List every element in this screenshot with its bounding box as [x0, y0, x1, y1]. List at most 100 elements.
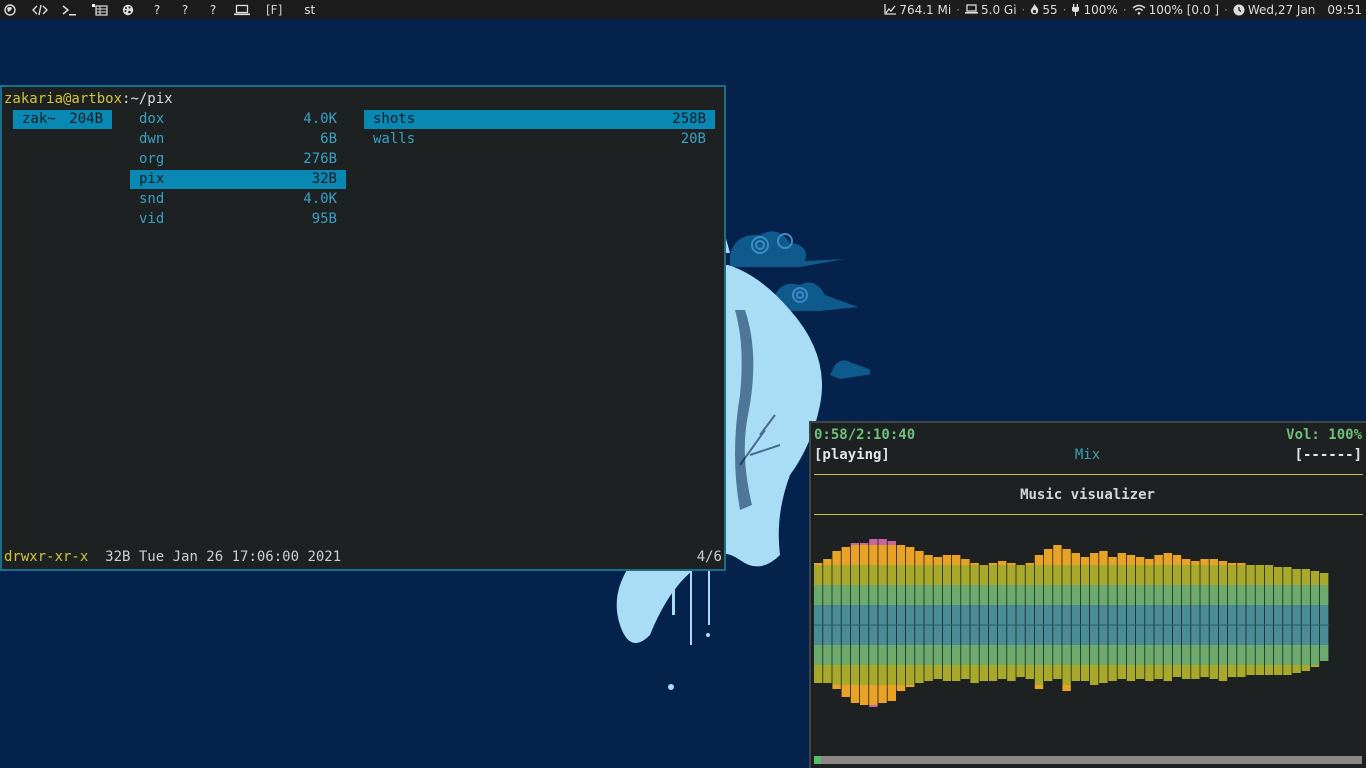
- spectrum-bar-upper: [850, 585, 860, 605]
- spectrum-bar-upper: [878, 565, 887, 585]
- workspace-3-terminal-icon[interactable]: [62, 4, 78, 16]
- spectrum-bar-lower: [1071, 625, 1080, 645]
- spectrum-bar-upper: [1274, 605, 1283, 625]
- spectrum-bar-upper: [1044, 605, 1053, 625]
- spectrum-bar-lower: [1228, 645, 1237, 665]
- spectrum-bar-lower: [1255, 665, 1264, 675]
- spectrum-bar-lower: [860, 645, 869, 665]
- workspace-1-globe-icon[interactable]: [4, 3, 18, 16]
- spectrum-bar-upper: [1099, 551, 1108, 565]
- spectrum-bar-upper: [979, 585, 988, 605]
- spectrum-bar-upper: [1145, 559, 1154, 565]
- workspace-2-code-icon[interactable]: [32, 4, 48, 16]
- file-manager-window[interactable]: zakaria@artbox:~/pix zak~ 204B dox 4.0K d…: [0, 85, 726, 571]
- spectrum-bar-lower: [1218, 645, 1228, 665]
- spectrum-bar-upper: [1145, 565, 1154, 585]
- spectrum-bar-upper: [1200, 565, 1209, 585]
- memory-stat: 764.1 Mi: [884, 3, 951, 17]
- parent-dir-entry[interactable]: zak~ 204B: [13, 110, 112, 129]
- dir-entry-dox[interactable]: dox 4.0K: [130, 110, 346, 129]
- dir-entry-snd[interactable]: snd 4.0K: [130, 190, 346, 209]
- spectrum-bar-lower: [1099, 645, 1108, 665]
- spectrum-bar-upper: [998, 565, 1007, 585]
- spectrum-bar-upper: [887, 545, 896, 565]
- preview-entry-walls[interactable]: walls 20B: [364, 130, 715, 149]
- dir-entry-org[interactable]: org 276B: [130, 150, 346, 169]
- spectrum-bar-upper: [1080, 557, 1090, 565]
- spectrum-bar-lower: [1218, 625, 1228, 645]
- preview-entry-shots[interactable]: shots 258B: [364, 110, 715, 129]
- spectrum-bar-upper: [1182, 565, 1191, 585]
- workspace-9-laptop-icon[interactable]: [234, 4, 250, 16]
- spectrum-bar-lower: [1034, 625, 1044, 645]
- layout-indicator[interactable]: [F]: [266, 3, 282, 17]
- workspace-6[interactable]: ?: [150, 3, 164, 17]
- spectrum-bar-lower: [915, 665, 924, 683]
- spectrum-bar-upper: [1145, 585, 1154, 605]
- spectrum-bar-lower: [1126, 665, 1136, 681]
- spectrum-bar-lower: [970, 665, 979, 683]
- spectrum-bar-upper: [1025, 585, 1034, 605]
- spectrum-bar-upper: [1053, 565, 1062, 585]
- spectrum-bar-lower: [1099, 625, 1108, 645]
- spectrum-bar-lower: [850, 685, 860, 703]
- dir-entry-vid[interactable]: vid 95B: [130, 210, 346, 229]
- workspace-7[interactable]: ?: [178, 3, 192, 17]
- spectrum-bar-lower: [1117, 625, 1126, 645]
- spectrum-bar-lower: [1007, 645, 1016, 665]
- wifi-icon: [1132, 4, 1146, 15]
- dir-entry-dwn[interactable]: dwn 6B: [130, 130, 346, 149]
- spectrum-bar-lower: [841, 665, 850, 685]
- spectrum-bar-lower: [1209, 645, 1218, 665]
- spectrum-bar-upper: [1117, 605, 1126, 625]
- spectrum-bar-lower: [1182, 625, 1191, 645]
- spectrum-bar-upper: [1301, 605, 1310, 625]
- spectrum-bar-upper: [998, 561, 1007, 565]
- spectrum-bar-upper: [1136, 557, 1145, 565]
- dir-entry-pix-selected[interactable]: pix 32B: [130, 170, 346, 189]
- spectrum-bar-upper: [878, 545, 887, 565]
- spectrum-bar-lower: [979, 645, 988, 665]
- spectrum-bar-upper: [915, 585, 924, 605]
- spectrum-bar-lower: [1283, 645, 1292, 665]
- spectrum-bar-upper: [942, 605, 952, 625]
- workspace-4-table-icon[interactable]: [92, 3, 108, 16]
- spectrum-bar-upper: [1274, 567, 1283, 585]
- workspace-5-palette-icon[interactable]: [122, 4, 136, 16]
- spectrum-bar-lower: [1016, 665, 1025, 677]
- spectrum-bar-lower: [906, 685, 915, 687]
- spectrum-bar-lower: [942, 645, 952, 665]
- spectrum-bar-lower: [1062, 685, 1071, 691]
- progress-bar[interactable]: [814, 756, 1362, 764]
- spectrum-bar-lower: [915, 645, 924, 665]
- spectrum-bar-upper: [1007, 563, 1016, 565]
- spectrum-bar-lower: [906, 645, 915, 665]
- spectrum-bar-upper: [1034, 565, 1044, 585]
- spectrum-bar-upper: [1034, 555, 1044, 565]
- separator: ·: [1021, 2, 1026, 17]
- spectrum-bar-upper: [878, 539, 887, 545]
- spectrum-bar-upper: [1228, 585, 1237, 605]
- spectrum-bar-lower: [1310, 665, 1320, 667]
- spectrum-bar-lower: [832, 665, 841, 685]
- spectrum-bar-lower: [1264, 665, 1274, 675]
- music-player-window[interactable]: 0:58/2:10:40 Vol: 100% Mix [playing] [--…: [809, 421, 1366, 768]
- spectrum-bar-lower: [906, 665, 915, 685]
- spectrum-bar-upper: [878, 605, 887, 625]
- spectrum-bar-upper: [1044, 585, 1053, 605]
- spectrum-bar-lower: [952, 665, 961, 681]
- spectrum-bar-lower: [1108, 625, 1117, 645]
- spectrum-bar-upper: [979, 605, 988, 625]
- plug-icon: [1072, 3, 1080, 16]
- spectrum-bar-upper: [1237, 565, 1246, 585]
- workspace-8[interactable]: ?: [206, 3, 220, 17]
- spectrum-bar-upper: [1209, 605, 1218, 625]
- spectrum-bar-upper: [1255, 565, 1264, 585]
- current-path: ~/pix: [130, 91, 173, 107]
- spectrum-bar-upper: [1200, 585, 1209, 605]
- spectrum-bar-lower: [924, 665, 933, 681]
- spectrum-bar-upper: [1292, 605, 1301, 625]
- spectrum-bar-lower: [979, 625, 988, 645]
- spectrum-bar-upper: [1016, 605, 1025, 625]
- spectrum-bar-lower: [1154, 625, 1163, 645]
